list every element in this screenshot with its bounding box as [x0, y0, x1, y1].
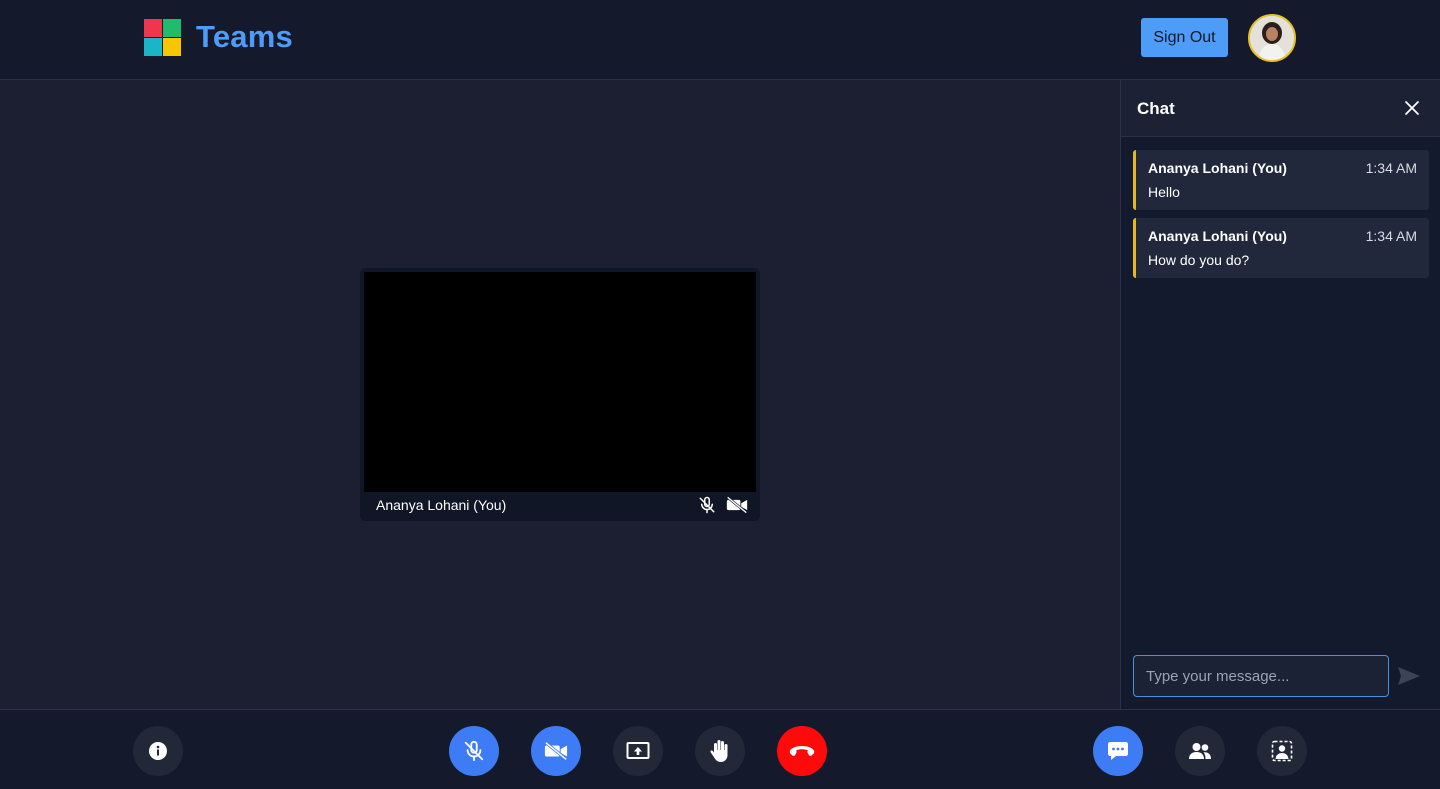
message-time: 1:34 AM — [1365, 160, 1417, 176]
phone-hangup-icon — [789, 746, 815, 756]
background-effects-button[interactable] — [1257, 726, 1307, 776]
logo-square-red — [144, 19, 162, 37]
user-avatar[interactable] — [1248, 14, 1296, 62]
close-icon[interactable] — [1402, 98, 1422, 118]
chat-icon — [1108, 742, 1128, 760]
mic-off-icon — [464, 740, 484, 762]
chat-panel: Chat Ananya Lohani (You) 1:34 AM Hello A… — [1120, 80, 1440, 709]
video-stage: Ananya Lohani (You) — [0, 80, 1120, 709]
chat-message: Ananya Lohani (You) 1:34 AM How do you d… — [1133, 218, 1429, 278]
logo-square-green — [163, 19, 181, 37]
logo-square-yellow — [163, 38, 181, 56]
send-icon[interactable] — [1397, 666, 1421, 686]
sign-out-button[interactable]: Sign Out — [1141, 18, 1228, 57]
mic-off-icon — [698, 496, 718, 514]
call-controls — [0, 709, 1440, 789]
avatar-photo-icon — [1250, 16, 1294, 60]
background-blur-icon — [1271, 740, 1293, 762]
video-feed — [364, 272, 756, 492]
app-logo — [144, 19, 181, 56]
camera-button[interactable] — [531, 726, 581, 776]
message-text: How do you do? — [1148, 252, 1250, 268]
app-title: Teams — [196, 19, 293, 54]
chat-header: Chat — [1121, 80, 1440, 137]
message-input[interactable] — [1133, 655, 1389, 697]
info-button[interactable] — [133, 726, 183, 776]
participant-tile[interactable]: Ananya Lohani (You) — [360, 268, 760, 521]
video-off-icon — [726, 496, 748, 514]
info-icon — [149, 742, 167, 760]
raise-hand-button[interactable] — [695, 726, 745, 776]
message-sender: Ananya Lohani (You) — [1148, 160, 1287, 176]
chat-button[interactable] — [1093, 726, 1143, 776]
message-sender: Ananya Lohani (You) — [1148, 228, 1287, 244]
video-off-icon — [544, 741, 568, 761]
hand-icon — [710, 740, 728, 762]
message-time: 1:34 AM — [1365, 228, 1417, 244]
mute-button[interactable] — [449, 726, 499, 776]
participants-button[interactable] — [1175, 726, 1225, 776]
top-bar: Teams Sign Out — [0, 0, 1440, 80]
share-screen-button[interactable] — [613, 726, 663, 776]
leave-call-button[interactable] — [777, 726, 827, 776]
participant-name: Ananya Lohani (You) — [376, 497, 507, 513]
logo-square-cyan — [144, 38, 162, 56]
message-text: Hello — [1148, 184, 1180, 200]
people-icon — [1189, 743, 1211, 759]
screen-share-icon — [626, 742, 650, 759]
chat-title: Chat — [1137, 99, 1175, 118]
chat-message: Ananya Lohani (You) 1:34 AM Hello — [1133, 150, 1429, 210]
